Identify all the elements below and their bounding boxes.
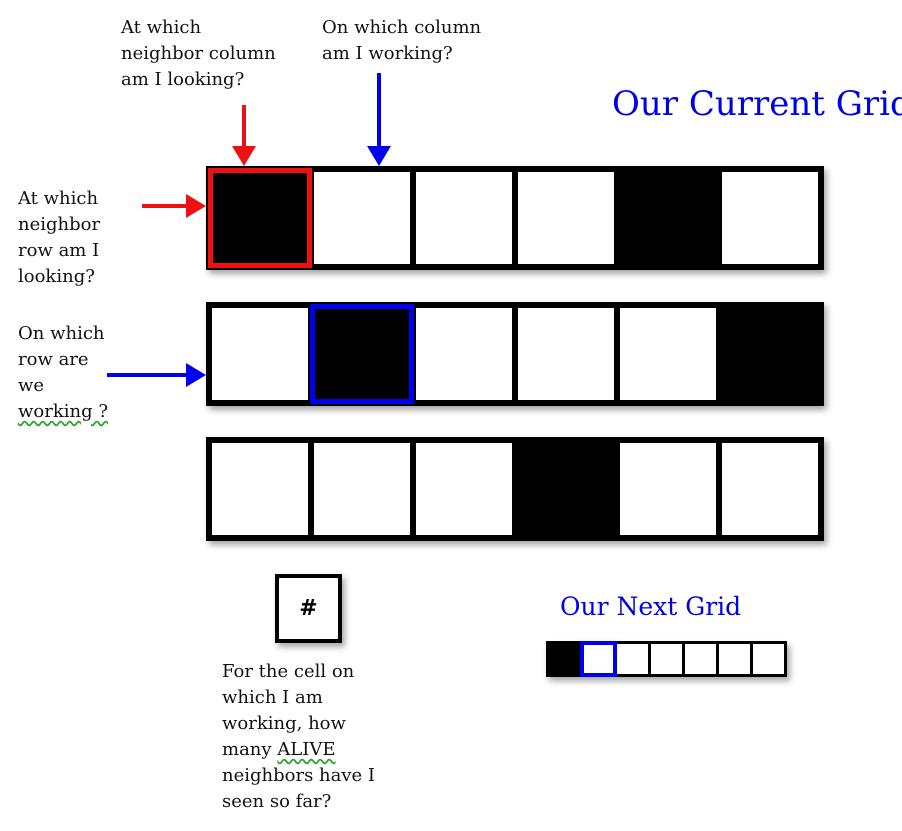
- next-grid-cell-5: [685, 644, 716, 674]
- neighbor-column-label: At which neighbor column am I looking?: [121, 17, 276, 90]
- grid-cell-r2-c4-dead: [518, 308, 614, 400]
- grid-cell-r3-c5-dead: [620, 443, 716, 535]
- counter-symbol: #: [299, 596, 318, 621]
- neighbor-cell-highlight: [208, 168, 312, 268]
- grid-cell-r1-c2-dead: [314, 172, 410, 264]
- grid-cell-r3-c3-dead: [416, 443, 512, 535]
- grid-row-1: [206, 166, 824, 270]
- grid-cell-r3-c1-dead: [212, 443, 308, 535]
- grid-cell-r3-c4-alive: [518, 443, 614, 535]
- next-grid-cell-6: [719, 644, 750, 674]
- grid-cell-r3-c2-dead: [314, 443, 410, 535]
- grid-row-3: [206, 437, 824, 541]
- grid-row-2: [206, 302, 824, 406]
- working-row-arrow: [107, 363, 206, 387]
- next-grid-cell-3: [617, 644, 648, 674]
- next-grid-row: [546, 641, 787, 677]
- next-grid-cell-4: [651, 644, 682, 674]
- neighbor-column-arrow: [232, 105, 256, 166]
- grid-cell-r1-c5-alive: [620, 172, 716, 264]
- next-grid-cell-7: [753, 644, 784, 674]
- grid-cell-r1-c3-dead: [416, 172, 512, 264]
- working-row-label: On which row are we working ?: [18, 323, 108, 422]
- next-grid-cell-1: [549, 644, 580, 674]
- grid-cell-r2-c5-dead: [620, 308, 716, 400]
- neighbor-counter-box: #: [275, 574, 342, 643]
- neighbor-row-label: At which neighbor row am I looking?: [18, 188, 101, 287]
- grid-cell-r3-c6-dead: [722, 443, 818, 535]
- grid-cell-r2-c1-dead: [212, 308, 308, 400]
- next-grid-title: Our Next Grid: [560, 592, 742, 621]
- neighbor-row-arrow: [142, 194, 206, 218]
- grid-cell-r2-c3-dead: [416, 308, 512, 400]
- working-column-label: On which column am I working?: [322, 17, 482, 64]
- arrows-layer: [107, 73, 391, 387]
- working-column-arrow: [367, 73, 391, 166]
- next-grid-working-cell: [580, 641, 617, 677]
- grid-cell-r2-c6-alive: [722, 308, 818, 400]
- grid-cell-r1-c6-dead: [722, 172, 818, 264]
- current-grid-title: Our Current Grid: [612, 84, 902, 124]
- working-cell-highlight: [310, 304, 414, 404]
- counter-question: For the cell on which I am working, how …: [222, 661, 376, 812]
- grid-cell-r1-c4-dead: [518, 172, 614, 264]
